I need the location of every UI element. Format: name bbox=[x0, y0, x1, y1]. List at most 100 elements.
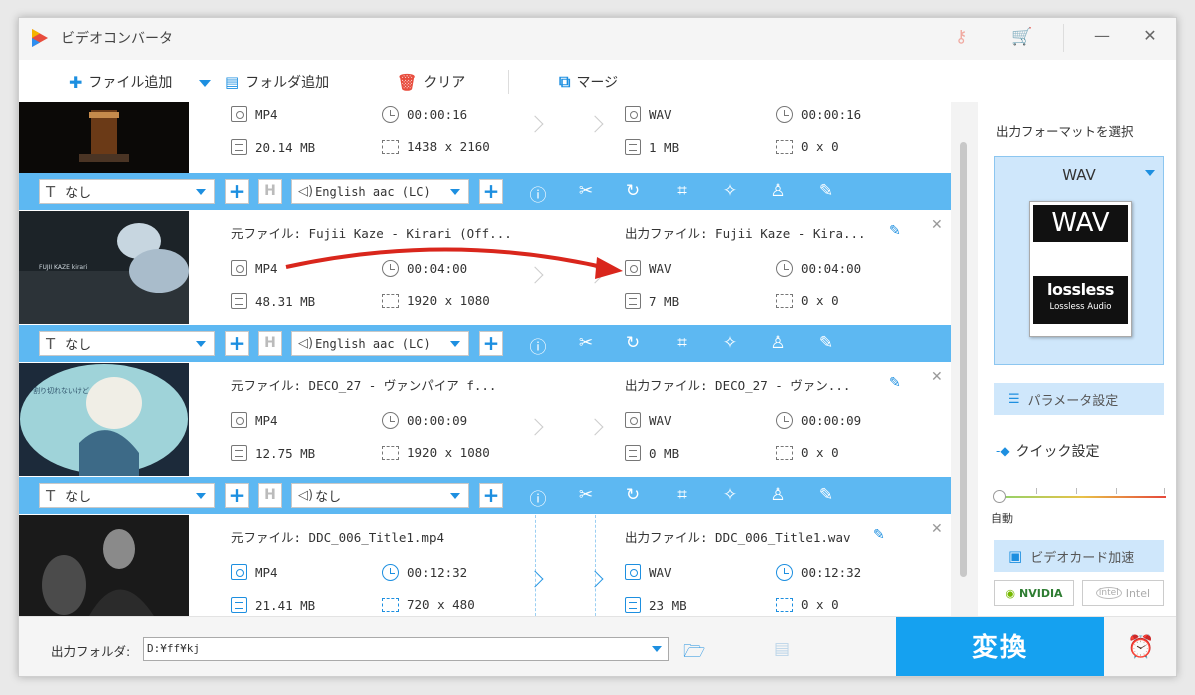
edit-output-name-icon[interactable]: ✎ bbox=[889, 223, 901, 239]
subtitle-select[interactable]: T なし bbox=[39, 483, 215, 508]
add-audio-button[interactable]: + bbox=[479, 179, 503, 204]
minimize-button[interactable]: — bbox=[1087, 26, 1117, 45]
remove-file-icon[interactable]: ✕ bbox=[931, 217, 943, 233]
quick-settings-label: -◆ クイック設定 bbox=[996, 444, 1100, 460]
parameter-settings-button[interactable]: ☰ パラメータ設定 bbox=[994, 383, 1164, 415]
output-folder-select[interactable]: D:¥ff¥kj bbox=[143, 637, 669, 661]
trash-icon: 🗑 bbox=[397, 72, 418, 92]
format-icon bbox=[625, 564, 641, 580]
info-icon[interactable]: ⓘ bbox=[527, 333, 549, 358]
add-audio-button[interactable]: + bbox=[479, 483, 503, 508]
video-thumbnail[interactable]: FUJII KAZE kirari bbox=[19, 211, 189, 324]
edit-icon[interactable]: ✎ bbox=[815, 485, 837, 505]
watermark-stamp-icon[interactable]: ♙ bbox=[767, 333, 789, 353]
audio-select[interactable]: ◁) なし bbox=[291, 483, 469, 508]
add-subtitle-button[interactable]: + bbox=[225, 483, 249, 508]
file-row[interactable]: FUJII KAZE kirari 元ファイル: Fujii Kaze - Ki… bbox=[19, 211, 951, 324]
edit-icon[interactable]: ✎ bbox=[815, 181, 837, 201]
video-thumbnail[interactable] bbox=[19, 102, 189, 175]
hardsub-icon[interactable]: H bbox=[258, 331, 282, 356]
crop-icon[interactable]: ⌗ bbox=[671, 181, 693, 201]
add-subtitle-button[interactable]: + bbox=[225, 179, 249, 204]
add-file-button[interactable]: ✚ ファイル追加 bbox=[69, 72, 172, 92]
output-format-title: 出力フォーマットを選択 bbox=[996, 124, 1134, 139]
folder-open-icon[interactable]: 🗁 bbox=[683, 639, 705, 669]
alarm-clock-icon[interactable]: ⏰ bbox=[1127, 635, 1154, 660]
video-thumbnail[interactable]: 割り切れないけど bbox=[19, 363, 189, 476]
merge-icon: ⧉ bbox=[559, 72, 571, 91]
hardsub-icon[interactable]: H bbox=[258, 179, 282, 204]
add-subtitle-button[interactable]: + bbox=[225, 331, 249, 356]
rotate-icon[interactable]: ↻ bbox=[622, 485, 644, 505]
convert-button[interactable]: 変換 bbox=[896, 617, 1104, 676]
effects-wand-icon[interactable]: ✧ bbox=[719, 333, 741, 353]
add-audio-button[interactable]: + bbox=[479, 331, 503, 356]
format-icon bbox=[625, 412, 641, 428]
intel-logo-icon: intel bbox=[1095, 587, 1122, 599]
quality-slider-handle[interactable] bbox=[993, 490, 1006, 503]
toolbar: ✚ ファイル追加 ▤ フォルダ追加 🗑 クリア ⧉ マージ bbox=[19, 60, 1176, 102]
quality-slider-track[interactable] bbox=[998, 496, 1166, 498]
app-logo-icon bbox=[32, 29, 48, 47]
audio-select[interactable]: ◁) English aac (LC) bbox=[291, 179, 469, 204]
remove-file-icon[interactable]: ✕ bbox=[931, 369, 943, 385]
info-icon[interactable]: ⓘ bbox=[527, 181, 549, 206]
resolution-icon bbox=[776, 445, 793, 460]
resolution-icon bbox=[776, 597, 793, 612]
nvidia-logo-icon: ◉ bbox=[1005, 586, 1016, 600]
rotate-icon[interactable]: ↻ bbox=[622, 181, 644, 201]
output-folder-film-icon[interactable]: ▤ bbox=[774, 639, 790, 659]
info-icon[interactable]: ⓘ bbox=[527, 485, 549, 510]
effects-wand-icon[interactable]: ✧ bbox=[719, 485, 741, 505]
bottom-bar: 出力フォルダ: D:¥ff¥kj 🗁 ▤ 変換 ⏰ bbox=[19, 616, 1176, 676]
resolution-icon bbox=[776, 293, 793, 308]
resolution-icon bbox=[382, 293, 399, 308]
edit-output-name-icon[interactable]: ✎ bbox=[889, 375, 901, 391]
file-row[interactable]: 割り切れないけど 元ファイル: DECO_27 - ヴァンパイア f... 出力… bbox=[19, 363, 951, 476]
scissors-icon[interactable]: ✂ bbox=[575, 485, 597, 505]
audio-select[interactable]: ◁) English aac (LC) bbox=[291, 331, 469, 356]
chip-icon: ▣ bbox=[1008, 547, 1023, 565]
subtitle-select[interactable]: T なし bbox=[39, 179, 215, 204]
add-folder-button[interactable]: ▤ フォルダ追加 bbox=[225, 72, 329, 92]
nvidia-toggle[interactable]: ◉ NVIDIA bbox=[994, 580, 1074, 606]
format-icon bbox=[231, 106, 247, 122]
clear-button[interactable]: 🗑 クリア bbox=[397, 72, 465, 92]
text-icon: T bbox=[46, 334, 56, 353]
watermark-stamp-icon[interactable]: ♙ bbox=[767, 181, 789, 201]
app-window: ビデオコンバータ ⚷ 🛒 — ✕ ✚ ファイル追加 ▤ フォルダ追加 🗑 クリア… bbox=[18, 17, 1177, 677]
close-button[interactable]: ✕ bbox=[1135, 26, 1165, 45]
scissors-icon[interactable]: ✂ bbox=[575, 333, 597, 353]
remove-file-icon[interactable]: ✕ bbox=[931, 521, 943, 537]
scissors-icon[interactable]: ✂ bbox=[575, 181, 597, 201]
folder-film-icon: ▤ bbox=[225, 73, 240, 91]
hardsub-icon[interactable]: H bbox=[258, 483, 282, 508]
scrollbar-thumb[interactable] bbox=[960, 142, 967, 577]
cart-icon[interactable]: 🛒 bbox=[1011, 27, 1032, 47]
gpu-acceleration-button[interactable]: ▣ ビデオカード加速 bbox=[994, 540, 1164, 572]
add-file-dropdown-icon[interactable] bbox=[199, 80, 211, 87]
edit-output-name-icon[interactable]: ✎ bbox=[873, 527, 885, 543]
effects-wand-icon[interactable]: ✧ bbox=[719, 181, 741, 201]
subtitle-select[interactable]: T なし bbox=[39, 331, 215, 356]
file-size-icon bbox=[231, 597, 247, 613]
video-thumbnail[interactable] bbox=[19, 515, 189, 616]
red-arrow-annotation bbox=[285, 247, 623, 279]
format-icon bbox=[231, 412, 247, 428]
file-row[interactable]: 元ファイル: DDC_006_Title1.mp4 出力ファイル: DDC_00… bbox=[19, 515, 951, 616]
window-title: ビデオコンバータ bbox=[61, 31, 173, 47]
file-list-scrollbar[interactable] bbox=[951, 102, 978, 616]
output-format-selector[interactable]: WAV WAV lossless Lossless Audio bbox=[994, 156, 1164, 365]
edit-icon[interactable]: ✎ bbox=[815, 333, 837, 353]
rotate-icon[interactable]: ↻ bbox=[622, 333, 644, 353]
clock-icon bbox=[776, 106, 793, 123]
intel-toggle[interactable]: intel Intel bbox=[1082, 580, 1164, 606]
watermark-stamp-icon[interactable]: ♙ bbox=[767, 485, 789, 505]
merge-button[interactable]: ⧉ マージ bbox=[559, 72, 618, 92]
clock-icon bbox=[382, 564, 399, 581]
crop-icon[interactable]: ⌗ bbox=[671, 485, 693, 505]
crop-icon[interactable]: ⌗ bbox=[671, 333, 693, 353]
text-icon: T bbox=[46, 182, 56, 201]
clock-icon bbox=[382, 106, 399, 123]
key-icon[interactable]: ⚷ bbox=[955, 27, 967, 47]
